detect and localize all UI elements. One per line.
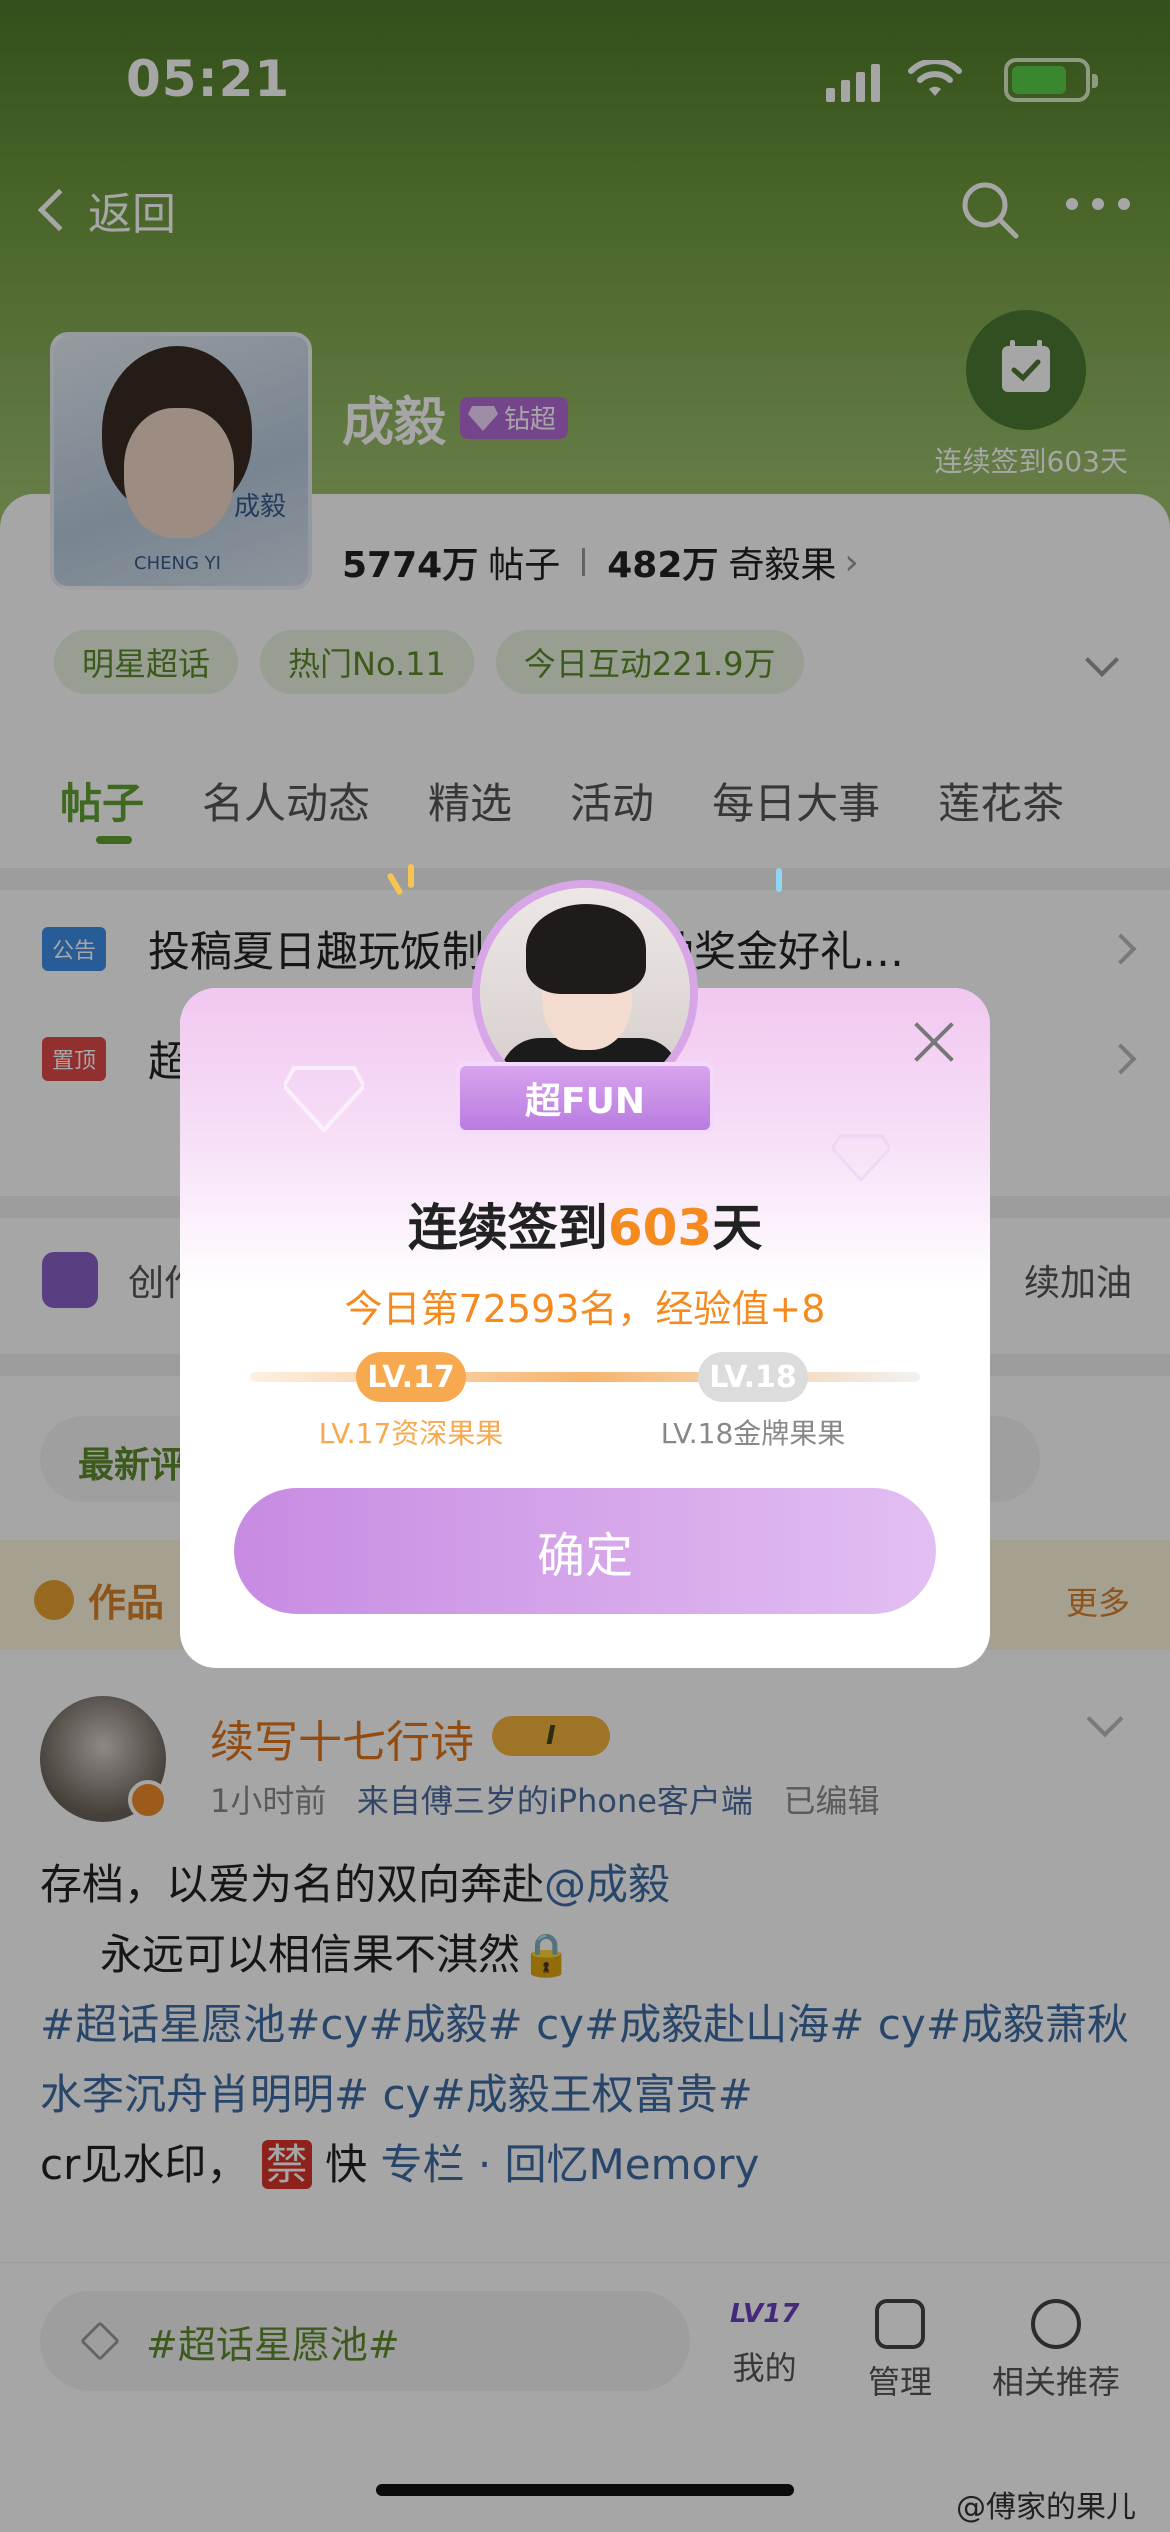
modal-title-days: 603: [607, 1199, 713, 1257]
diamond-icon: [284, 1066, 364, 1132]
diamond-icon: [832, 1134, 890, 1182]
modal-ribbon: 超FUN: [456, 1062, 714, 1134]
modal-rank: 今日第72593名，经验值+8: [344, 1287, 826, 1331]
level-next-pill: LV.18: [698, 1352, 808, 1402]
level-current-pill: LV.17: [356, 1352, 466, 1402]
close-icon[interactable]: [910, 1016, 960, 1066]
sparkle-icon: [408, 864, 414, 888]
confirm-button[interactable]: 确定: [234, 1488, 936, 1614]
level-progress-bar: [250, 1372, 920, 1382]
modal-title-prefix: 连续签到: [407, 1199, 608, 1257]
modal-title: 连续签到603天: [180, 1188, 990, 1260]
sparkle-icon: [776, 868, 782, 892]
modal-title-suffix: 天: [712, 1199, 763, 1257]
level-current-name: LV.17资深果果: [318, 1417, 504, 1450]
level-next-name: LV.18金牌果果: [660, 1417, 846, 1450]
